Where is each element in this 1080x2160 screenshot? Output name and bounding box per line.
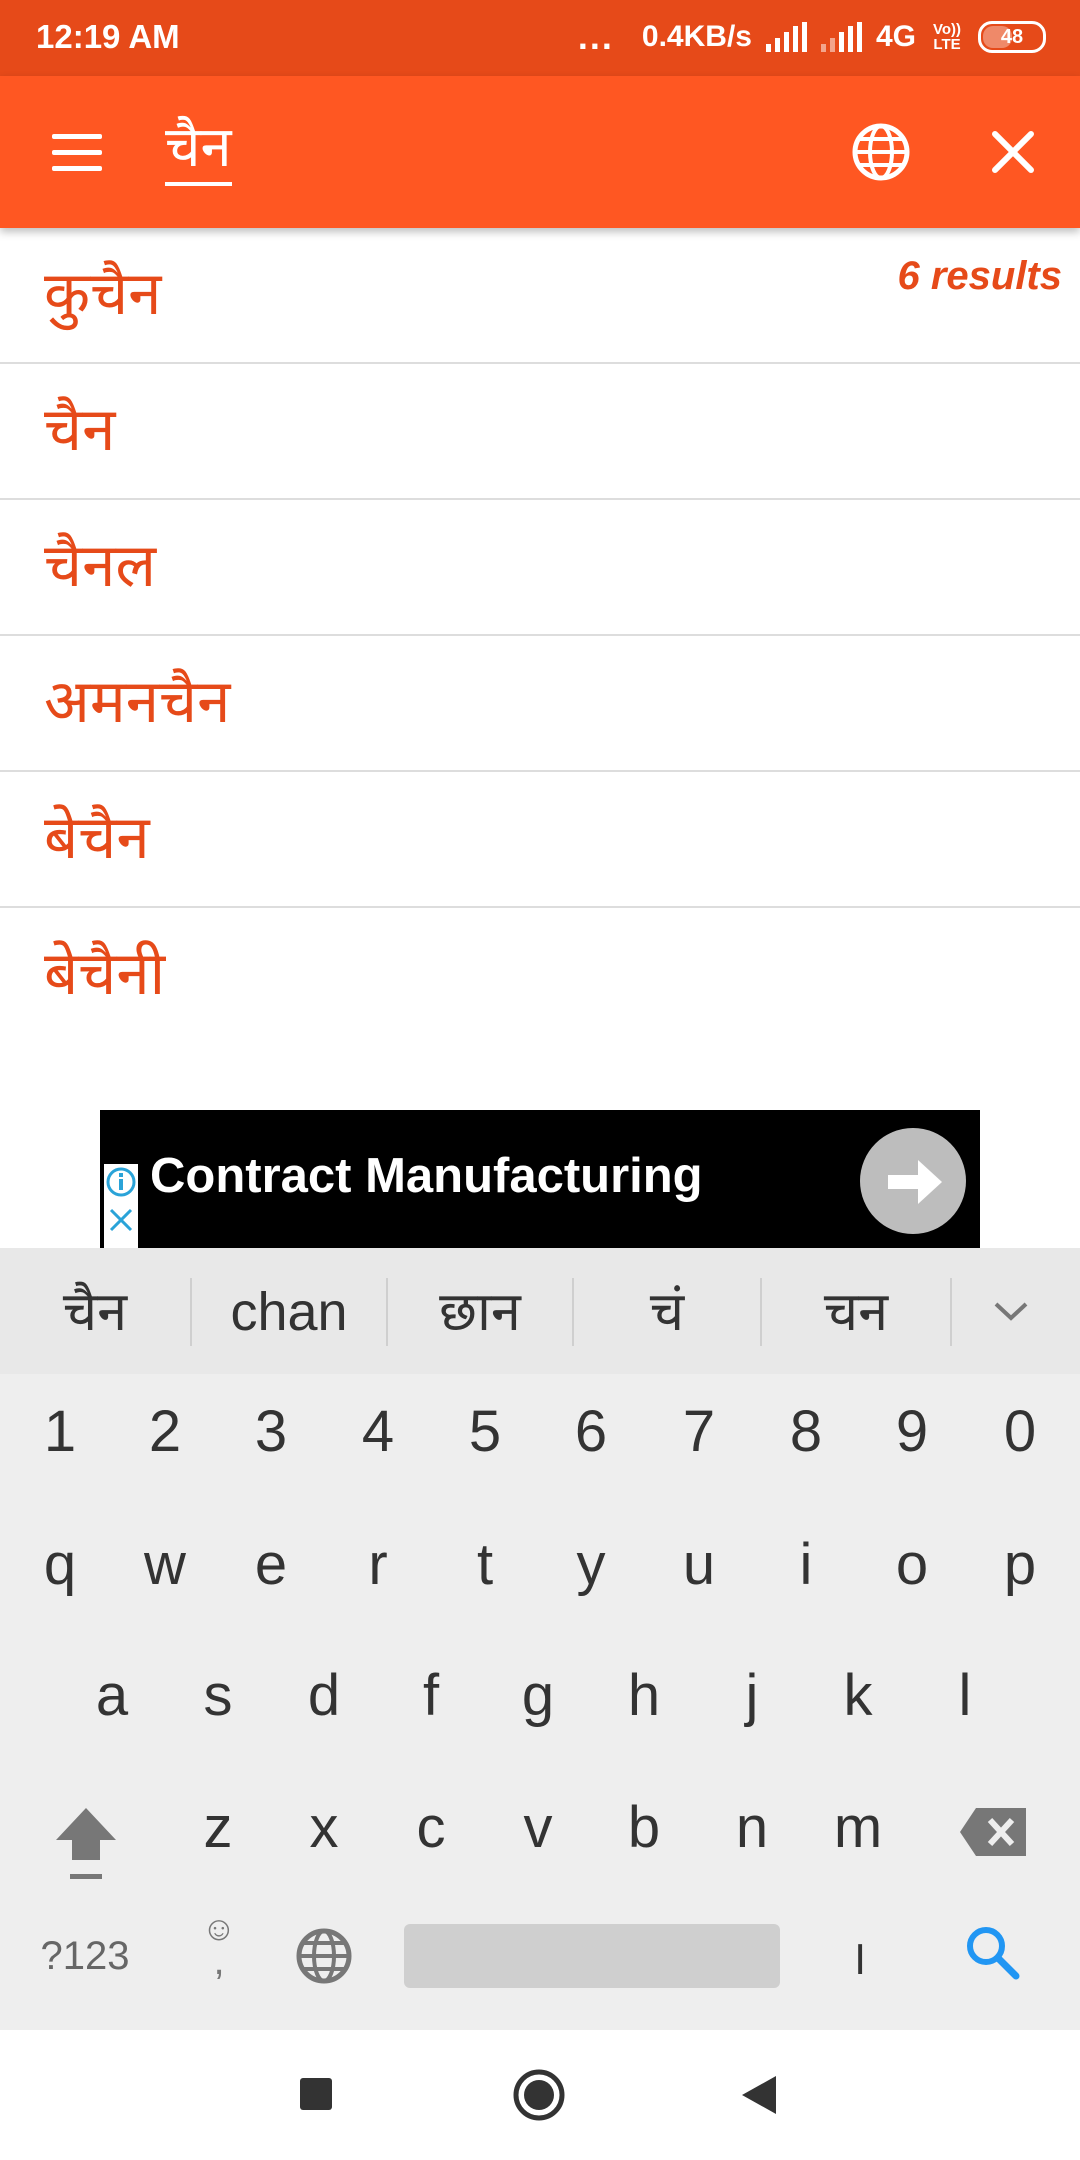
back-icon[interactable] — [740, 2074, 780, 2116]
suggestion-item[interactable]: chan — [192, 1248, 386, 1374]
result-word: कुचैन — [44, 259, 162, 329]
key-o[interactable]: o — [872, 1531, 952, 1598]
suggestion-item[interactable]: चैन — [0, 1248, 190, 1374]
search-icon[interactable] — [962, 1922, 1024, 1984]
suggestion-item[interactable]: छान — [388, 1248, 572, 1374]
volte-icon: Vo)) LTE — [932, 21, 962, 53]
recents-icon[interactable] — [298, 2076, 334, 2112]
status-time: 12:19 AM — [36, 18, 180, 55]
close-icon[interactable] — [985, 124, 1041, 180]
suggestion-item[interactable]: चन — [762, 1248, 950, 1374]
key-p[interactable]: p — [980, 1531, 1060, 1598]
app-toolbar: चैन — [0, 76, 1080, 228]
key-t[interactable]: t — [445, 1531, 525, 1598]
results-count: 6 results — [897, 254, 1062, 298]
ad-headline: Contract Manufacturing — [150, 1149, 703, 1203]
key-x[interactable]: x — [284, 1794, 364, 1861]
language-globe-icon[interactable] — [294, 1926, 354, 1986]
shift-icon[interactable] — [50, 1804, 122, 1882]
symbols-key[interactable]: ?123 — [30, 1934, 140, 1979]
key-e[interactable]: e — [231, 1531, 311, 1598]
list-item[interactable]: बेचैनी — [0, 908, 1080, 1042]
battery-icon: 48 — [978, 21, 1046, 53]
system-nav-bar — [0, 2030, 1080, 2160]
key-n[interactable]: n — [712, 1794, 792, 1861]
list-item[interactable]: चैन — [0, 364, 1080, 500]
key-2[interactable]: 2 — [125, 1398, 205, 1465]
result-word: बेचैन — [44, 803, 150, 873]
network-type: 4G — [875, 20, 916, 53]
soft-keyboard: चैन chan छान चं चन 1 2 3 4 5 6 7 8 9 0 q… — [0, 1248, 1080, 2030]
list-item[interactable]: अमनचैन — [0, 636, 1080, 772]
key-5[interactable]: 5 — [445, 1398, 525, 1465]
ad-choices[interactable] — [104, 1164, 138, 1248]
key-l[interactable]: l — [925, 1662, 1005, 1729]
key-a[interactable]: a — [72, 1662, 152, 1729]
backspace-icon[interactable] — [958, 1806, 1028, 1858]
info-icon — [106, 1167, 136, 1232]
list-item[interactable]: चैनल — [0, 500, 1080, 636]
suggestion-strip: चैन chan छान चं चन — [0, 1248, 1080, 1374]
ad-banner[interactable]: Contract Manufacturing — [100, 1110, 980, 1248]
search-query[interactable]: चैन — [165, 114, 232, 186]
result-word: चैनल — [44, 531, 157, 601]
key-w[interactable]: w — [125, 1531, 205, 1598]
key-8[interactable]: 8 — [766, 1398, 846, 1465]
globe-icon[interactable] — [850, 121, 912, 183]
status-bar: 12:19 AM ... 0.4KB/s 4G Vo)) LTE 48 — [0, 0, 1080, 76]
comma-label: , — [213, 1939, 225, 1983]
chevron-down-icon[interactable] — [990, 1294, 1032, 1328]
key-6[interactable]: 6 — [551, 1398, 631, 1465]
arrow-right-icon[interactable] — [860, 1128, 966, 1234]
key-d[interactable]: d — [284, 1662, 364, 1729]
key-4[interactable]: 4 — [338, 1398, 418, 1465]
signal-icon-2 — [820, 22, 862, 52]
key-v[interactable]: v — [498, 1794, 578, 1861]
space-bar[interactable] — [404, 1924, 780, 1988]
key-q[interactable]: q — [20, 1531, 100, 1598]
key-7[interactable]: 7 — [659, 1398, 739, 1465]
result-word: बेचैनी — [44, 939, 166, 1009]
key-3[interactable]: 3 — [231, 1398, 311, 1465]
key-z[interactable]: z — [178, 1794, 258, 1861]
key-h[interactable]: h — [604, 1662, 684, 1729]
key-u[interactable]: u — [659, 1531, 739, 1598]
key-c[interactable]: c — [391, 1794, 471, 1861]
list-item[interactable]: कुचैन 6 results — [0, 228, 1080, 364]
key-f[interactable]: f — [391, 1662, 471, 1729]
key-y[interactable]: y — [551, 1531, 631, 1598]
key-1[interactable]: 1 — [20, 1398, 100, 1465]
status-icons: ... 0.4KB/s 4G Vo)) LTE 48 — [578, 16, 1046, 58]
results-list: कुचैन 6 results चैन चैनल अमनचैन बेचैन बे… — [0, 228, 1080, 1042]
key-j[interactable]: j — [712, 1662, 792, 1729]
key-k[interactable]: k — [818, 1662, 898, 1729]
key-9[interactable]: 9 — [872, 1398, 952, 1465]
more-notifications-icon: ... — [577, 16, 614, 57]
key-g[interactable]: g — [498, 1662, 578, 1729]
result-word: अमनचैन — [44, 667, 231, 737]
emoji-key[interactable]: ☺ , — [196, 1912, 242, 1983]
key-0[interactable]: 0 — [980, 1398, 1060, 1465]
network-speed: 0.4KB/s — [641, 20, 752, 53]
key-b[interactable]: b — [604, 1794, 684, 1861]
suggestion-item[interactable]: चं — [574, 1248, 760, 1374]
list-item[interactable]: बेचैन — [0, 772, 1080, 908]
key-s[interactable]: s — [178, 1662, 258, 1729]
battery-level: 48 — [1000, 26, 1024, 48]
key-i[interactable]: i — [766, 1531, 846, 1598]
hamburger-menu-icon[interactable] — [52, 134, 102, 171]
home-icon[interactable] — [512, 2068, 566, 2122]
key-m[interactable]: m — [818, 1794, 898, 1861]
result-word: चैन — [44, 395, 116, 465]
danda-key[interactable]: । — [818, 1924, 898, 1989]
signal-icon — [765, 22, 807, 52]
key-r[interactable]: r — [338, 1531, 418, 1598]
